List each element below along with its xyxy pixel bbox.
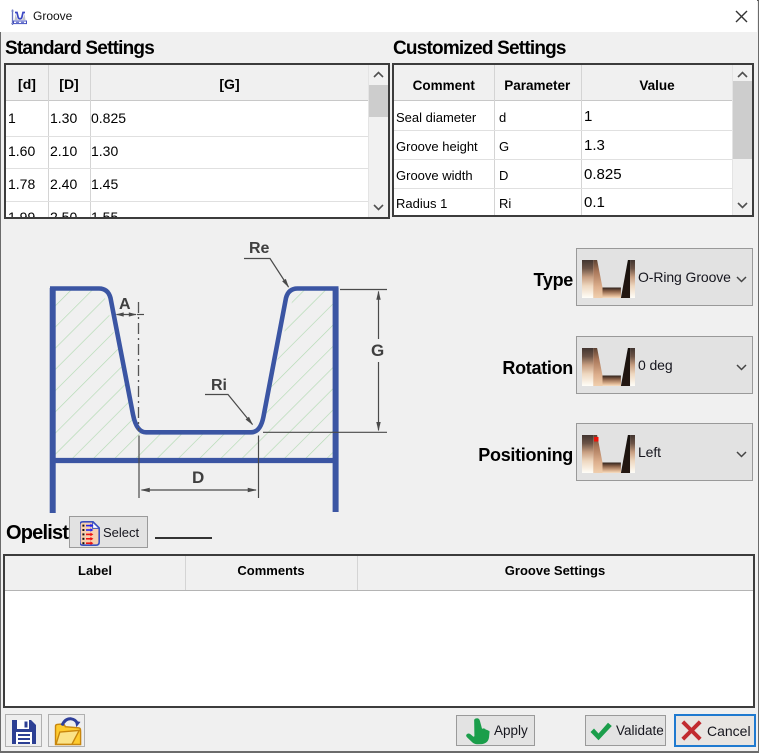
svg-text:Re: Re: [249, 240, 270, 257]
svg-text:A: A: [119, 296, 131, 313]
svg-text:Ri: Ri: [211, 377, 227, 394]
svg-text:D: D: [192, 468, 204, 487]
